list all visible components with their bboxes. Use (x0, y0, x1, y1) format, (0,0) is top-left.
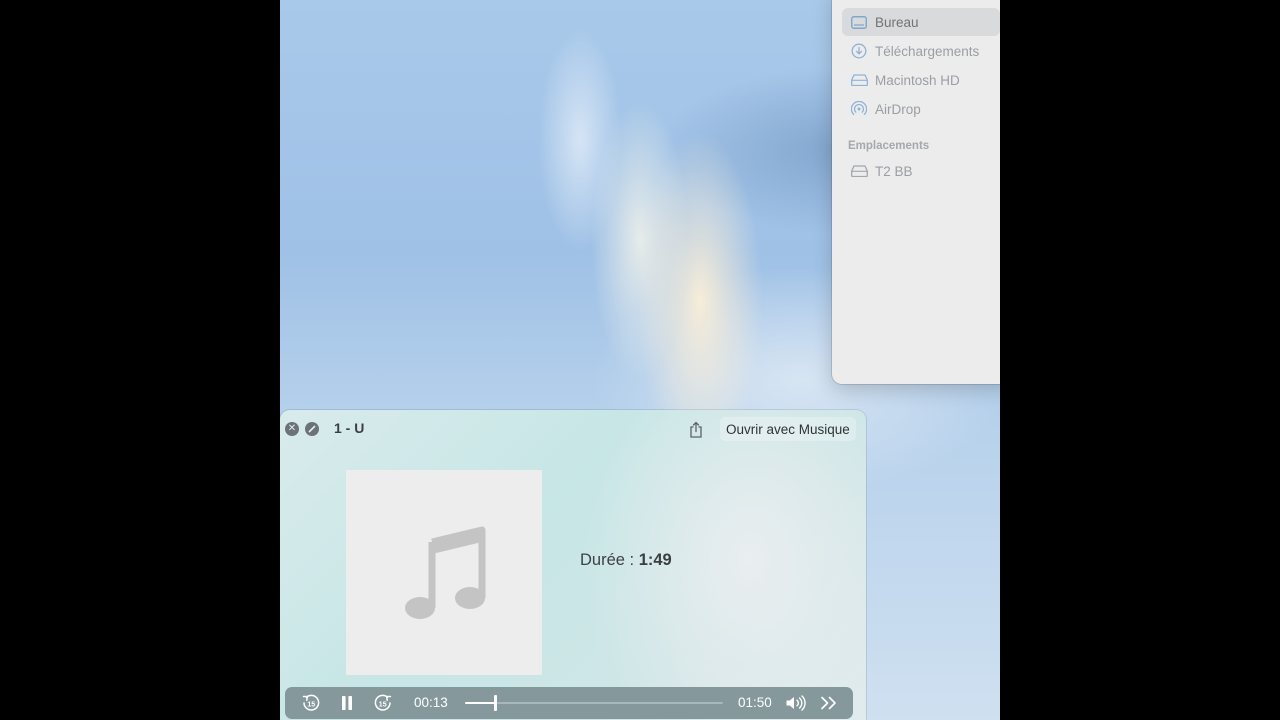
progress-played (465, 702, 496, 704)
finder-window: Bureau Téléchargements Macintosh HD AirD… (832, 0, 1000, 384)
sidebar-item-label: AirDrop (875, 101, 921, 117)
sidebar-item-t2-bb[interactable]: T2 BB (842, 157, 1000, 185)
desktop: Bureau Téléchargements Macintosh HD AirD… (280, 0, 1000, 720)
close-icon[interactable]: ✕ (285, 422, 299, 436)
sidebar-item-label: Macintosh HD (875, 72, 960, 88)
sidebar-section-header: Emplacements (848, 140, 930, 152)
desktop-icon (850, 13, 868, 31)
fullscreen-icon[interactable] (305, 422, 319, 436)
sidebar-item-airdrop[interactable]: AirDrop (842, 95, 1000, 123)
sidebar-item-bureau[interactable]: Bureau (842, 8, 1000, 36)
skip-back-seconds: 15 (307, 702, 315, 709)
skip-back-15-icon[interactable]: 15 (299, 691, 323, 715)
sidebar-item-macintosh-hd[interactable]: Macintosh HD (842, 66, 1000, 94)
pause-icon[interactable] (335, 691, 359, 715)
fast-forward-icon[interactable] (817, 691, 841, 715)
sidebar-item-label: Bureau (875, 14, 919, 30)
sidebar-item-telechargements[interactable]: Téléchargements (842, 37, 1000, 65)
elapsed-time: 00:13 (414, 695, 448, 710)
album-artwork (346, 470, 542, 675)
duration-value: 1:49 (638, 551, 672, 569)
open-with-music-button[interactable]: Ouvrir avec Musique (720, 417, 856, 441)
skip-forward-15-icon[interactable]: 15 (371, 691, 395, 715)
skip-forward-seconds: 15 (379, 702, 387, 709)
sidebar-item-label: Téléchargements (875, 43, 980, 59)
sidebar-item-label: T2 BB (875, 163, 913, 179)
duration-label: Durée : (580, 551, 639, 569)
hard-drive-icon (850, 71, 868, 89)
quick-look-player: ✕ 1 - U Ouvrir avec Musique Durée : 1:49 (280, 410, 866, 720)
airdrop-icon (850, 100, 868, 118)
external-drive-icon (850, 162, 868, 180)
playback-controls: 15 15 00:13 01:50 (285, 687, 853, 719)
duration-info: Durée : 1:49 (580, 551, 672, 570)
volume-icon[interactable] (783, 691, 809, 715)
progress-slider[interactable] (465, 695, 723, 711)
file-title: 1 - U (334, 420, 365, 436)
total-time: 01:50 (738, 695, 772, 710)
music-note-icon (402, 520, 486, 625)
download-icon (850, 42, 868, 60)
progress-knob[interactable] (494, 695, 498, 711)
share-icon[interactable] (686, 419, 706, 439)
